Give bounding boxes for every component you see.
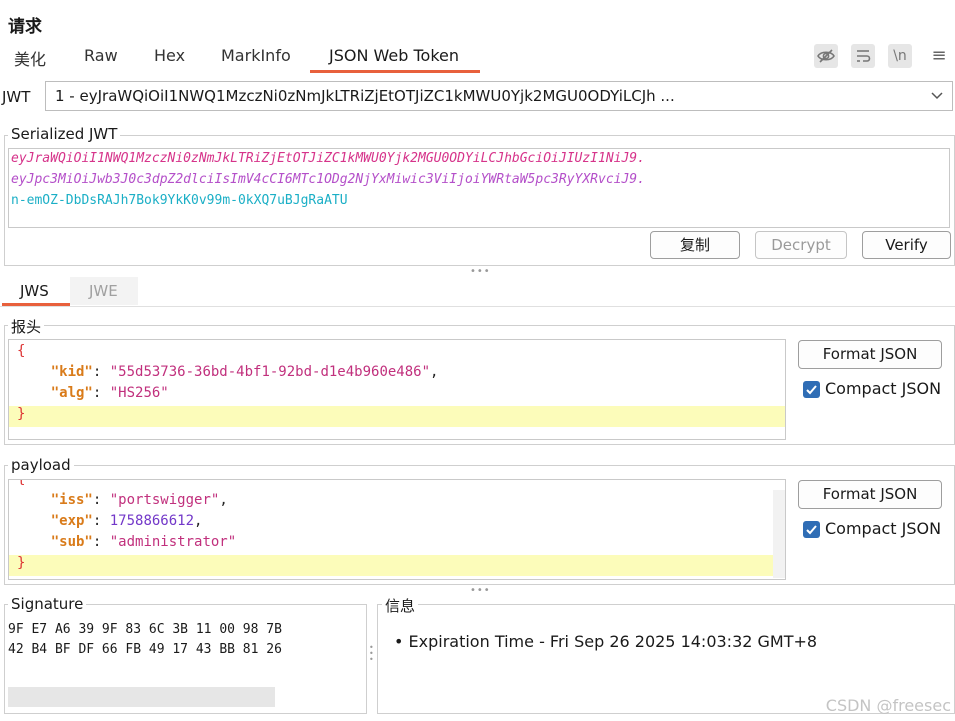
json-key: "sub" <box>50 534 93 550</box>
current-line-highlight <box>9 555 773 576</box>
json-key: "exp" <box>50 513 93 529</box>
tab-pretty[interactable]: 美化 <box>14 46 46 72</box>
signature-hex-view[interactable]: 9F E7 A6 39 9F 83 6C 3B 11 00 98 7B 42 B… <box>0 620 360 680</box>
code-line: { <box>17 343 25 359</box>
json-comma: , <box>194 513 203 529</box>
payload-vertical-scrollbar[interactable] <box>773 490 785 578</box>
jwt-payload-part: eyJpc3MiOiJwb3J0c3dpZ2dlciIsImV4cCI6MTc1… <box>11 172 645 187</box>
signature-horizontal-scrollbar[interactable] <box>8 687 275 707</box>
json-value: 1758866612 <box>109 513 195 529</box>
jwt-select[interactable]: 1 - eyJraWQiOiI1NWQ1MzczNi0zNmJkLTRiZjEt… <box>45 81 953 111</box>
jwt-select-value: 1 - eyJraWQiOiI1NWQ1MzczNi0zNmJkLTRiZjEt… <box>55 87 675 105</box>
copy-button[interactable]: 复制 <box>650 231 740 259</box>
jwt-label: JWT <box>2 88 31 106</box>
header-json-editor[interactable]: { "kid": "55d53736-36bd-4bf1-92bd-d1e4b9… <box>8 339 786 440</box>
tab-json-web-token[interactable]: JSON Web Token <box>329 46 459 72</box>
active-tab-indicator <box>310 70 480 73</box>
header-compact-json-checkbox[interactable] <box>803 381 820 398</box>
code-line: } <box>17 406 25 422</box>
code-line: "kid": "55d53736-36bd-4bf1-92bd-d1e4b960… <box>50 364 439 380</box>
jws-jwe-tab-bar <box>0 276 955 307</box>
json-comma: , <box>430 364 439 380</box>
serialized-jwt-textarea[interactable]: eyJraWQiOiI1NWQ1MzczNi0zNmJkLTRiZjEtOTJi… <box>8 148 950 228</box>
watermark: CSDN @freesec <box>825 696 951 715</box>
tab-jwe[interactable]: JWE <box>89 282 118 300</box>
tab-markinfo[interactable]: MarkInfo <box>221 46 291 72</box>
eye-off-icon <box>817 49 835 63</box>
payload-json-editor[interactable]: { "iss": "portswigger", "exp": 175886661… <box>8 479 786 580</box>
checkmark-icon <box>806 385 817 395</box>
signature-group-title: Signature <box>8 595 87 613</box>
current-line-highlight <box>9 406 785 427</box>
chevron-down-icon <box>931 92 943 100</box>
wrap-lines-button[interactable] <box>851 44 875 68</box>
json-value: "administrator" <box>109 534 237 550</box>
info-list-item: • Expiration Time - Fri Sep 26 2025 14:0… <box>394 632 818 651</box>
show-newlines-button[interactable]: \n <box>888 44 912 68</box>
wrap-lines-icon <box>857 50 871 62</box>
tab-raw[interactable]: Raw <box>84 46 118 72</box>
panel-title: 请求 <box>8 17 42 37</box>
code-line: "exp": 1758866612, <box>50 513 203 529</box>
json-value: "HS256" <box>109 385 169 401</box>
checkmark-icon <box>806 525 817 535</box>
json-key: "alg" <box>50 385 93 401</box>
jwt-signature-part: n-emOZ-DbDsRAJh7Bok9YkK0v99m-0kXQ7uBJgRa… <box>11 193 348 208</box>
header-format-json-button[interactable]: Format JSON <box>798 340 942 369</box>
json-value: "portswigger" <box>109 492 220 508</box>
code-line: "iss": "portswigger", <box>50 492 228 508</box>
json-comma: , <box>219 492 228 508</box>
code-line: "sub": "administrator" <box>50 534 237 550</box>
payload-format-json-button[interactable]: Format JSON <box>798 480 942 509</box>
json-key: "iss" <box>50 492 93 508</box>
splitter-handle[interactable]: ••• <box>470 585 491 596</box>
signature-hex-line: 9F E7 A6 39 9F 83 6C 3B 11 00 98 7B <box>8 622 282 637</box>
hamburger-menu-icon[interactable]: ≡ <box>930 44 948 68</box>
serialized-jwt-title: Serialized JWT <box>8 125 121 143</box>
verify-button[interactable]: Verify <box>862 231 951 259</box>
decrypt-button[interactable]: Decrypt <box>755 231 847 259</box>
header-compact-json-label: Compact JSON <box>825 379 942 398</box>
open-brace: { <box>17 343 26 359</box>
payload-compact-json-checkbox[interactable] <box>803 521 820 538</box>
info-group-title: 信息 <box>382 595 419 616</box>
jwt-header-part: eyJraWQiOiI1NWQ1MzczNi0zNmJkLTRiZjEtOTJi… <box>11 151 645 166</box>
json-key: "kid" <box>50 364 93 380</box>
close-brace: } <box>17 406 26 422</box>
active-subtab-indicator <box>2 303 70 306</box>
code-line: { <box>17 479 26 487</box>
payload-group-title: payload <box>8 456 74 474</box>
hide-nonprintable-button[interactable] <box>814 44 838 68</box>
tab-jws[interactable]: JWS <box>20 282 49 300</box>
code-line: } <box>17 555 25 571</box>
json-value: "55d53736-36bd-4bf1-92bd-d1e4b960e486" <box>109 364 431 380</box>
open-brace: { <box>17 479 26 487</box>
tab-hex[interactable]: Hex <box>154 46 185 72</box>
close-brace: } <box>17 555 26 571</box>
code-line: "alg": "HS256" <box>50 385 169 401</box>
payload-compact-json-label: Compact JSON <box>825 519 942 538</box>
header-group-title: 报头 <box>8 316 45 337</box>
vertical-splitter-handle[interactable]: • • • <box>369 644 375 664</box>
signature-hex-line: 42 B4 BF DF 66 FB 49 17 43 BB 81 26 <box>8 642 282 657</box>
